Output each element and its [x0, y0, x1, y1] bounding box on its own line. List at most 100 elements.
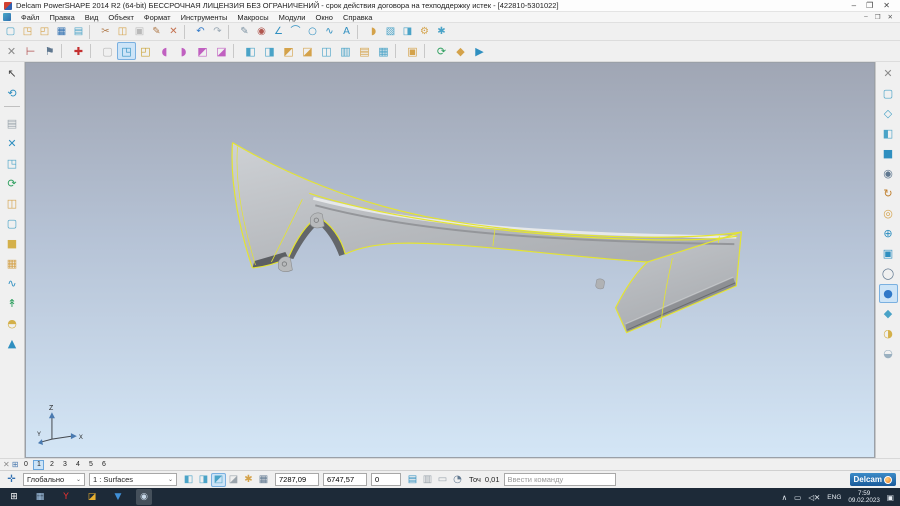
solid-intersect-icon[interactable]: ▶ — [470, 42, 489, 60]
wedge-right-icon[interactable]: ◗ — [174, 42, 193, 60]
solid-cube-icon[interactable]: ■ — [3, 234, 22, 253]
array-icon[interactable]: ▦ — [3, 254, 22, 273]
dock-close-icon[interactable]: ✕ — [2, 42, 21, 60]
workplane-select[interactable]: Глобально ⌄ — [23, 473, 85, 486]
model-tree-icon[interactable]: ⊢ — [21, 42, 40, 60]
text-icon[interactable]: A — [338, 24, 355, 39]
child-close-button[interactable]: ✕ — [888, 13, 893, 21]
calculator-icon[interactable]: ▥ — [420, 473, 435, 487]
select-surface-icon[interactable]: ◳ — [117, 42, 136, 60]
level-1[interactable]: 1 — [33, 460, 44, 470]
model-canvas[interactable]: Z X Y — [26, 63, 874, 457]
position-panel-icon[interactable]: ▤ — [405, 473, 420, 487]
start-button[interactable]: ⊞ — [6, 489, 22, 505]
select-cursor-icon[interactable]: ↖ — [3, 64, 22, 83]
surface-offset-icon[interactable]: ◧ — [241, 42, 260, 60]
clip-multi-icon[interactable]: ◨ — [196, 473, 211, 487]
view-iso3-icon[interactable]: ◧ — [879, 124, 898, 143]
surface-trim-icon[interactable]: ◩ — [279, 42, 298, 60]
level-4[interactable]: 4 — [72, 460, 83, 470]
child-minimize-button[interactable]: – — [864, 13, 868, 21]
menu-item[interactable]: Макросы — [232, 13, 273, 22]
zoom-box-icon[interactable]: ▣ — [879, 244, 898, 263]
sketch-icon[interactable]: ✎ — [236, 24, 253, 39]
workplane-status-icon[interactable]: ✛ — [4, 473, 19, 487]
menu-item[interactable]: Окно — [311, 13, 338, 22]
new-model-icon[interactable]: ▢ — [2, 24, 19, 39]
command-input[interactable] — [504, 473, 616, 486]
level-6[interactable]: 6 — [98, 460, 109, 470]
surface-close-icon[interactable]: ▥ — [336, 42, 355, 60]
level-2[interactable]: 2 — [46, 460, 57, 470]
wireframe-view-icon[interactable]: ◯ — [879, 264, 898, 283]
coordinate-y-field[interactable] — [323, 473, 367, 486]
maximize-button[interactable]: ❐ — [866, 1, 873, 11]
close-button[interactable]: ✕ — [883, 1, 890, 11]
surface-open-icon[interactable]: ▤ — [355, 42, 374, 60]
clip-active-icon[interactable]: ◩ — [211, 473, 226, 487]
redo-icon[interactable]: ↷ — [209, 24, 226, 39]
dynamic-rotate-icon[interactable]: ⟲ — [3, 84, 22, 103]
wireframe-cube-icon[interactable]: ▢ — [3, 214, 22, 233]
levels-close-icon[interactable]: ✕ — [3, 460, 10, 469]
open-library-icon[interactable]: ◰ — [36, 24, 53, 39]
select-inside-icon[interactable]: ◰ — [136, 42, 155, 60]
surface-list-icon[interactable]: ▤ — [3, 114, 22, 133]
paste-icon[interactable]: ▣ — [131, 24, 148, 39]
levels-icon[interactable]: ⊞ — [12, 460, 19, 469]
shaded-view-icon[interactable]: ● — [879, 284, 898, 303]
surface-icon[interactable]: ◗ — [365, 24, 382, 39]
level-3[interactable]: 3 — [59, 460, 70, 470]
view-shaded-cube-icon[interactable]: ■ — [879, 144, 898, 163]
level-5[interactable]: 5 — [85, 460, 96, 470]
circle-icon[interactable]: ○ — [304, 24, 321, 39]
protractor-icon[interactable]: ◔ — [450, 473, 465, 487]
format-brush-icon[interactable]: ✎ — [148, 24, 165, 39]
menu-item[interactable]: Вид — [80, 13, 104, 22]
workplane-icon[interactable]: ◉ — [253, 24, 270, 39]
clip-gray-icon[interactable]: ◪ — [226, 473, 241, 487]
panel-close-icon[interactable]: ✕ — [879, 64, 898, 83]
zoom-in-out-icon[interactable]: ◎ — [879, 204, 898, 223]
surface-extend-icon[interactable]: ◨ — [260, 42, 279, 60]
level-select[interactable]: 1 : Surfaces ⌄ — [89, 473, 177, 486]
child-restore-button[interactable]: ❐ — [875, 13, 881, 21]
erase-icon[interactable]: ✕ — [165, 24, 182, 39]
solid-join-icon[interactable]: ▣ — [403, 42, 422, 60]
solid-boolean-icon[interactable]: ⟳ — [432, 42, 451, 60]
menu-item[interactable]: Инструменты — [176, 13, 233, 22]
viewport-3d[interactable]: Z X Y — [25, 62, 875, 458]
trim-region-alt-icon[interactable]: ◪ — [212, 42, 231, 60]
cone-icon[interactable]: ▲ — [3, 334, 22, 353]
wizard-icon[interactable]: ✱ — [433, 24, 450, 39]
view-iso1-icon[interactable]: ▢ — [879, 84, 898, 103]
copy-icon[interactable]: ◫ — [114, 24, 131, 39]
coordinate-x-field[interactable] — [275, 473, 319, 486]
two-surfaces-icon[interactable]: ◫ — [3, 194, 22, 213]
assembly-icon[interactable]: ⚙ — [416, 24, 433, 39]
feature-icon[interactable]: ◨ — [399, 24, 416, 39]
solid-add-icon[interactable]: ◆ — [451, 42, 470, 60]
grid-icon[interactable]: ▦ — [256, 473, 271, 487]
menu-item[interactable]: Файл — [16, 13, 44, 22]
flag-icon[interactable]: ⚑ — [40, 42, 59, 60]
tray-language[interactable]: ENG — [827, 494, 841, 501]
revolve-icon[interactable]: ⟳ — [3, 174, 22, 193]
tray-display-icon[interactable]: ▭ — [794, 493, 801, 502]
taskbar-app-notes[interactable]: ▦ — [32, 489, 48, 505]
notification-icon[interactable]: ▣ — [887, 493, 894, 502]
emboss-icon[interactable]: ↟ — [3, 294, 22, 313]
save-model-icon[interactable]: ▦ — [53, 24, 70, 39]
taskbar-app-powershape[interactable]: ◉ — [136, 489, 152, 505]
surface-split-icon[interactable]: ◪ — [298, 42, 317, 60]
snap-icon[interactable]: ✱ — [241, 473, 256, 487]
minimize-button[interactable]: – — [852, 1, 856, 11]
clip-single-icon[interactable]: ◧ — [181, 473, 196, 487]
view-camera-icon[interactable]: ◉ — [879, 164, 898, 183]
menu-item[interactable]: Правка — [44, 13, 79, 22]
unwrap-icon[interactable]: ✕ — [3, 134, 22, 153]
dome-icon[interactable]: ◓ — [3, 314, 22, 333]
zoom-full-icon[interactable]: ⊕ — [879, 224, 898, 243]
taskbar-app-explorer[interactable]: ◪ — [84, 489, 100, 505]
level-0[interactable]: 0 — [20, 460, 31, 470]
